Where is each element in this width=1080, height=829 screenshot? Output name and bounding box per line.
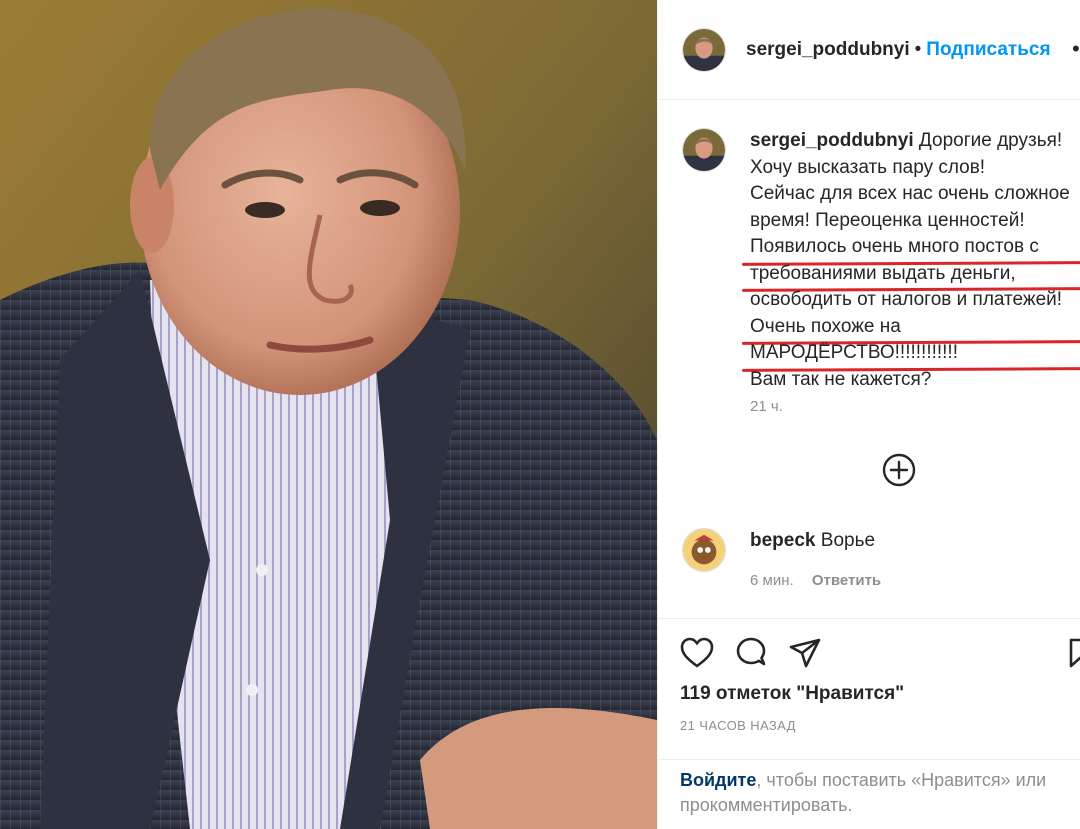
post-side-panel: sergei_poddubnyi • Подписаться • sergei_…: [657, 0, 1080, 829]
author-avatar[interactable]: [682, 27, 726, 72]
post-caption: sergei_poddubnyi Дорогие друзья! Хочу вы…: [682, 128, 1080, 393]
comment-item: bepeck Ворье: [682, 528, 875, 572]
caption-username[interactable]: sergei_poddubnyi: [750, 130, 914, 151]
caption-avatar[interactable]: [682, 128, 726, 172]
caption-underlined-line: Появилось очень много постов с: [750, 234, 1080, 261]
comment-meta: 6 мин. Ответить: [750, 572, 881, 589]
commenter-username[interactable]: bepeck: [750, 530, 815, 551]
instagram-post: sergei_poddubnyi • Подписаться • sergei_…: [0, 0, 1080, 829]
bookmark-icon[interactable]: [1068, 637, 1080, 669]
portrait-illustration: [0, 0, 657, 829]
caption-line: sergei_poddubnyi Дорогие друзья!: [750, 128, 1080, 155]
commenter-avatar[interactable]: [682, 528, 726, 572]
caption-text-line: Вам так не кажется?: [750, 368, 932, 390]
add-comment-icon[interactable]: [882, 453, 916, 487]
caption-text-line: освободить от налогов и платежей!: [750, 289, 1063, 310]
likes-count[interactable]: 119 отметок "Нравится": [680, 683, 904, 705]
caption-text-line: Сейчас для всех нас очень сложное: [750, 183, 1070, 204]
comment-body: Ворье: [820, 530, 876, 551]
header-separator: •: [914, 38, 922, 60]
author-username[interactable]: sergei_poddubnyi: [746, 39, 910, 61]
follow-button[interactable]: Подписаться: [926, 39, 1050, 61]
post-timestamp[interactable]: 21 ЧАСОВ НАЗАД: [680, 718, 796, 733]
comment-timestamp[interactable]: 6 мин.: [750, 572, 794, 589]
login-prompt: Войдите, чтобы поставить «Нравится» или …: [658, 759, 1080, 829]
login-link[interactable]: Войдите: [680, 770, 756, 790]
post-actions: 119 отметок "Нравится" 21 ЧАСОВ НАЗАД Во…: [658, 618, 1080, 829]
reply-button[interactable]: Ответить: [812, 572, 881, 589]
caption-text-line: Хочу высказать пару слов!: [750, 156, 986, 178]
comment-text: bepeck Ворье: [750, 528, 875, 554]
comment-icon[interactable]: [734, 637, 768, 669]
post-header: sergei_poddubnyi • Подписаться •: [658, 0, 1080, 100]
more-options-icon[interactable]: •: [1072, 38, 1080, 60]
caption-underlined-line: МАРОДЁРСТВО!!!!!!!!!!!!: [750, 340, 1080, 367]
caption-underlined-line: требованиями выдать деньги,: [750, 261, 1080, 288]
action-icons: [680, 637, 822, 669]
caption-text: sergei_poddubnyi Дорогие друзья! Хочу вы…: [750, 128, 1080, 393]
caption-underlined-line: Очень похоже на: [750, 314, 1080, 341]
post-photo: [0, 0, 657, 829]
caption-timestamp[interactable]: 21 ч.: [750, 398, 783, 415]
heart-icon[interactable]: [680, 637, 714, 669]
caption-text-line: время! Переоценка ценностей!: [750, 209, 1025, 231]
share-icon[interactable]: [788, 637, 822, 669]
caption-text-line: Дорогие друзья!: [918, 130, 1063, 151]
